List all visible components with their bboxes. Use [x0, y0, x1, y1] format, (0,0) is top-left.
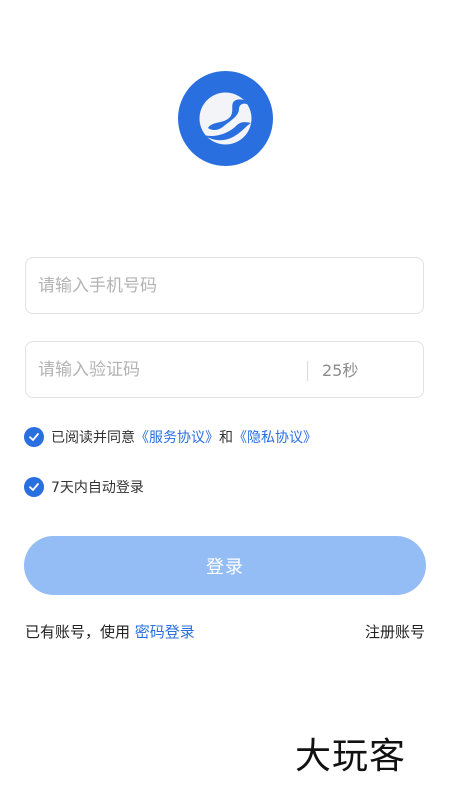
watermark-logo: 大玩客	[295, 736, 407, 777]
verification-code-input[interactable]	[38, 342, 298, 397]
password-login-link[interactable]: 密码登录	[135, 623, 195, 641]
code-field: 25秒	[25, 341, 424, 398]
login-button[interactable]: 登录	[24, 536, 426, 595]
register-link[interactable]: 注册账号	[365, 621, 425, 642]
app-logo-icon	[178, 71, 273, 166]
privacy-agreement-link[interactable]: 《隐私协议》	[233, 427, 317, 447]
bottom-links: 已有账号，使用 密码登录 注册账号	[25, 621, 425, 643]
agreement-and: 和	[219, 430, 233, 446]
password-login-row: 已有账号，使用 密码登录	[25, 621, 195, 642]
countdown-button[interactable]: 25秒	[322, 342, 358, 397]
phone-field	[25, 257, 424, 314]
agreement-prefix: 已阅读并同意	[51, 430, 135, 446]
app-logo-graphic	[199, 92, 252, 145]
check-icon[interactable]	[24, 427, 44, 447]
phone-input[interactable]	[38, 258, 408, 313]
have-account-text: 已有账号，使用	[25, 623, 131, 641]
check-icon[interactable]	[24, 477, 44, 497]
agreement-row: 已阅读并同意 《服务协议》 和 《隐私协议》	[24, 426, 317, 448]
field-divider	[307, 361, 308, 381]
service-agreement-link[interactable]: 《服务协议》	[135, 427, 219, 447]
auto-login-row[interactable]: 7天内自动登录	[24, 476, 144, 498]
auto-login-label: 7天内自动登录	[51, 480, 144, 496]
